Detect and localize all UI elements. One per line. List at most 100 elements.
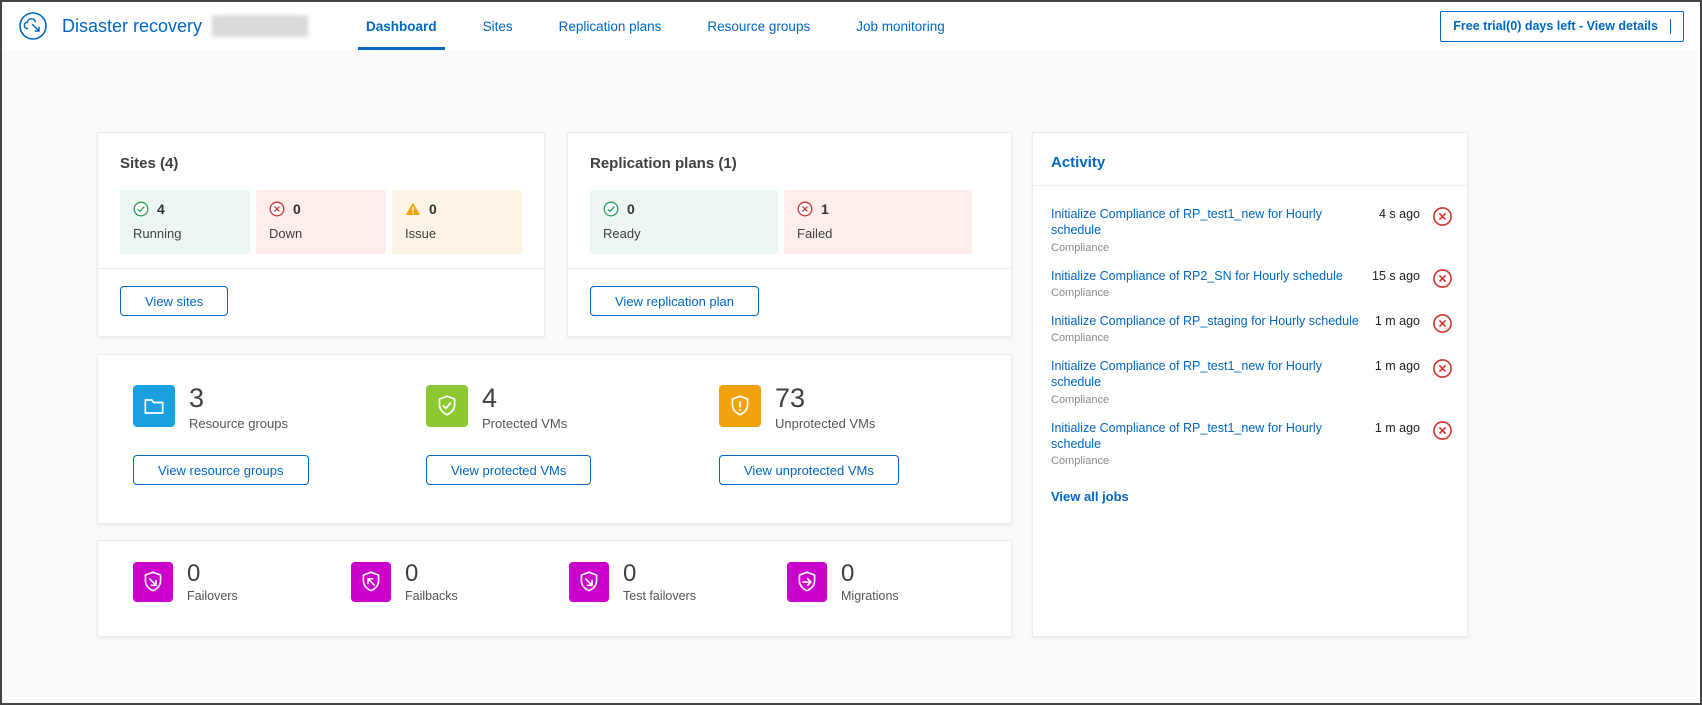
sites-card: Sites (4) 4 Running 0 Down <box>97 132 545 337</box>
activity-time: 4 s ago <box>1379 206 1420 221</box>
unprotected-vms-summary: 73 Unprotected VMs View unprotected VMs <box>719 385 1012 493</box>
failover-shield-icon <box>133 562 173 602</box>
bluexp-logo-icon <box>18 11 48 41</box>
folder-icon <box>133 385 175 427</box>
failed-status-icon <box>1432 206 1453 227</box>
shield-exclamation-icon <box>719 385 761 427</box>
activity-item: Initialize Compliance of RP2_SN for Hour… <box>1051 268 1453 299</box>
failed-status-icon <box>1432 268 1453 289</box>
tab-dashboard[interactable]: Dashboard <box>366 2 437 50</box>
resource-groups-count: 3 <box>189 385 288 412</box>
disaster-recovery-app: Disaster recovery Dashboard Sites Replic… <box>0 0 1702 705</box>
activity-item: Initialize Compliance of RP_test1_new fo… <box>1051 206 1453 254</box>
sites-issue-label: Issue <box>405 226 509 241</box>
failed-status-icon <box>1432 313 1453 334</box>
vm-summary-card: 3 Resource groups View resource groups 4… <box>97 354 1012 524</box>
tab-sites-label: Sites <box>483 19 513 34</box>
test-failovers-summary: 0 Test failovers <box>569 562 787 615</box>
activity-job-link[interactable]: Initialize Compliance of RP_test1_new fo… <box>1051 420 1361 453</box>
sites-issue-count: 0 <box>429 201 437 217</box>
activity-header: Activity <box>1033 133 1467 185</box>
replication-status-tiles: 0 Ready 1 Failed <box>590 190 989 254</box>
error-circle-icon <box>269 201 285 217</box>
failovers-label: Failovers <box>187 589 238 603</box>
replication-failed-count: 1 <box>821 201 829 217</box>
migrations-summary: 0 Migrations <box>787 562 1005 615</box>
protected-vms-count: 4 <box>482 385 567 412</box>
sites-down-label: Down <box>269 226 373 241</box>
activity-list: Initialize Compliance of RP_test1_new fo… <box>1033 186 1467 467</box>
tab-resource-groups[interactable]: Resource groups <box>707 2 810 50</box>
protected-vms-label: Protected VMs <box>482 416 567 431</box>
check-circle-icon <box>603 201 619 217</box>
replication-failed-label: Failed <box>797 226 959 241</box>
shield-check-icon <box>426 385 468 427</box>
failbacks-count: 0 <box>405 562 458 586</box>
view-unprotected-vms-button[interactable]: View unprotected VMs <box>719 455 899 485</box>
tab-resource-groups-label: Resource groups <box>707 19 810 34</box>
tab-replication-plans[interactable]: Replication plans <box>559 2 662 50</box>
activity-item: Initialize Compliance of RP_staging for … <box>1051 313 1453 344</box>
check-circle-icon <box>133 201 149 217</box>
replication-failed-tile: 1 Failed <box>784 190 972 254</box>
migrations-label: Migrations <box>841 589 899 603</box>
brand: Disaster recovery <box>18 2 308 50</box>
activity-job-link[interactable]: Initialize Compliance of RP_staging for … <box>1051 313 1361 329</box>
failback-shield-icon <box>351 562 391 602</box>
activity-title: Activity <box>1051 154 1449 171</box>
free-trial-label: Free trial(0) days left - View details <box>1453 19 1658 33</box>
migration-shield-icon <box>787 562 827 602</box>
failed-status-icon <box>1432 420 1453 441</box>
view-replication-plan-button[interactable]: View replication plan <box>590 286 759 316</box>
activity-item: Initialize Compliance of RP_test1_new fo… <box>1051 420 1453 468</box>
sites-issue-tile: 0 Issue <box>392 190 522 254</box>
free-trial-button[interactable]: Free trial(0) days left - View details <box>1440 11 1684 42</box>
warning-triangle-icon <box>405 201 421 217</box>
sites-down-tile: 0 Down <box>256 190 386 254</box>
dashboard-main: Sites (4) 4 Running 0 Down <box>2 50 1700 703</box>
failbacks-summary: 0 Failbacks <box>351 562 569 615</box>
migrations-count: 0 <box>841 562 899 586</box>
activity-job-link[interactable]: Initialize Compliance of RP2_SN for Hour… <box>1051 268 1358 284</box>
failovers-count: 0 <box>187 562 238 586</box>
view-sites-button[interactable]: View sites <box>120 286 228 316</box>
replication-ready-count: 0 <box>627 201 635 217</box>
activity-job-link[interactable]: Initialize Compliance of RP_test1_new fo… <box>1051 206 1365 239</box>
view-protected-vms-button[interactable]: View protected VMs <box>426 455 591 485</box>
error-circle-icon <box>797 201 813 217</box>
activity-category: Compliance <box>1051 332 1361 344</box>
sites-card-divider <box>98 268 544 269</box>
failed-status-icon <box>1432 358 1453 379</box>
activity-time: 1 m ago <box>1375 420 1420 435</box>
activity-time: 1 m ago <box>1375 313 1420 328</box>
operations-card: 0 Failovers 0 Failbacks <box>97 540 1012 637</box>
sites-status-tiles: 4 Running 0 Down 0 Issue <box>120 190 522 254</box>
tab-job-monitoring-label: Job monitoring <box>856 19 945 34</box>
tab-replication-plans-label: Replication plans <box>559 19 662 34</box>
main-nav: Dashboard Sites Replication plans Resour… <box>366 2 945 50</box>
replication-card-divider <box>568 268 1011 269</box>
activity-category: Compliance <box>1051 455 1361 467</box>
failbacks-label: Failbacks <box>405 589 458 603</box>
sites-running-count: 4 <box>157 201 165 217</box>
failovers-summary: 0 Failovers <box>133 562 351 615</box>
unprotected-vms-label: Unprotected VMs <box>775 416 875 431</box>
tab-job-monitoring[interactable]: Job monitoring <box>856 2 945 50</box>
test-failover-shield-icon <box>569 562 609 602</box>
replication-plans-card: Replication plans (1) 0 Ready 1 Failed <box>567 132 1012 337</box>
protected-vms-summary: 4 Protected VMs View protected VMs <box>426 385 719 493</box>
replication-ready-tile: 0 Ready <box>590 190 778 254</box>
activity-job-link[interactable]: Initialize Compliance of RP_test1_new fo… <box>1051 358 1361 391</box>
sites-running-tile: 4 Running <box>120 190 250 254</box>
activity-card: Activity Initialize Compliance of RP_tes… <box>1032 132 1468 637</box>
tab-sites[interactable]: Sites <box>483 2 513 50</box>
test-failovers-label: Test failovers <box>623 589 696 603</box>
activity-item: Initialize Compliance of RP_test1_new fo… <box>1051 358 1453 406</box>
redacted-account-name <box>212 15 308 37</box>
view-resource-groups-button[interactable]: View resource groups <box>133 455 309 485</box>
sites-running-label: Running <box>133 226 237 241</box>
replication-ready-label: Ready <box>603 226 765 241</box>
page-title: Disaster recovery <box>62 16 202 37</box>
resource-groups-summary: 3 Resource groups View resource groups <box>133 385 426 493</box>
view-all-jobs-link[interactable]: View all jobs <box>1051 489 1129 504</box>
